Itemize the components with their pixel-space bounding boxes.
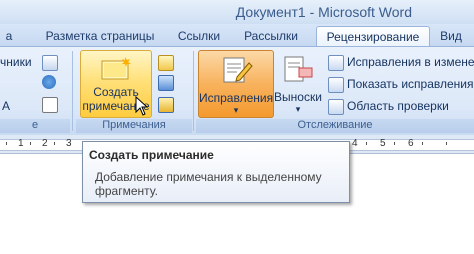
track-changes-label: Исправления xyxy=(199,91,274,105)
sources-button[interactable]: чники xyxy=(0,53,32,71)
balloons-label: Выноски xyxy=(274,90,322,104)
ruler-tick xyxy=(30,142,31,145)
ruler-number: 2 xyxy=(42,138,48,149)
ruler-tick xyxy=(366,142,367,145)
ruler-number: 4 xyxy=(352,138,358,149)
ruler-tick xyxy=(54,142,55,145)
ruler-tick xyxy=(394,142,395,145)
tooltip: Создать примечание Добавление примечания… xyxy=(82,141,350,203)
tab-review[interactable]: Рецензирование xyxy=(316,26,430,47)
show-markup-icon xyxy=(328,76,344,93)
ruler-number: 3 xyxy=(66,138,72,149)
ruler-tick xyxy=(422,142,423,145)
spelling-abc-icon[interactable] xyxy=(42,97,58,113)
chevron-down-icon: ▾ xyxy=(295,104,301,114)
tracking-group-label: Отслеживание xyxy=(196,119,474,133)
left-small-label: А xyxy=(2,99,11,113)
tab-partial[interactable]: а xyxy=(0,26,18,46)
balloons-icon xyxy=(284,56,313,82)
markup-display-label: Исправления в измене xyxy=(347,55,474,69)
reviewing-pane-label: Область проверки xyxy=(347,99,449,113)
previous-comment-icon[interactable] xyxy=(158,75,174,91)
ribbon-tabs: а Разметка страницы Ссылки Рассылки Реце… xyxy=(0,24,474,47)
sources-label: чники xyxy=(0,55,32,69)
chevron-down-icon: ▾ xyxy=(233,105,239,115)
separator xyxy=(72,51,73,131)
delete-comment-icon[interactable] xyxy=(158,55,174,71)
window-title: Документ1 - Microsoft Word xyxy=(235,4,412,20)
separator xyxy=(193,51,194,131)
ruler-number: 5 xyxy=(380,138,386,149)
show-markup-label: Показать исправления xyxy=(347,77,474,91)
ruler-number: 6 xyxy=(408,138,414,149)
globe-icon[interactable] xyxy=(42,75,56,89)
tab-page-layout[interactable]: Разметка страницы xyxy=(38,26,162,46)
mouse-cursor-icon xyxy=(135,96,149,116)
document-icon xyxy=(328,54,344,71)
tab-view[interactable]: Вид xyxy=(436,26,466,46)
comments-group-label: Примечания xyxy=(76,119,192,133)
markup-display-dropdown[interactable]: Исправления в измене xyxy=(328,53,474,71)
ruler-tick xyxy=(446,142,447,145)
tab-mailings[interactable]: Рассылки xyxy=(238,26,304,46)
tooltip-description: Добавление примечания к выделенному фраг… xyxy=(95,170,322,198)
reviewing-pane-button[interactable]: Область проверки xyxy=(328,97,449,115)
left-group-label: е xyxy=(0,119,70,133)
next-comment-icon[interactable] xyxy=(158,97,174,113)
left-small-button[interactable]: А xyxy=(2,97,10,115)
reviewing-pane-icon xyxy=(328,98,344,115)
ribbon: чники А е Создать примечание Примечания … xyxy=(0,46,474,136)
ruler-tick xyxy=(6,142,7,145)
track-changes-button[interactable]: Исправления ▾ xyxy=(198,50,274,118)
ruler-number: 1 xyxy=(18,138,24,149)
track-changes-icon xyxy=(223,57,253,83)
tooltip-title: Создать примечание xyxy=(89,148,214,162)
new-comment-icon xyxy=(101,57,131,80)
tab-references[interactable]: Ссылки xyxy=(172,26,226,46)
show-markup-button[interactable]: Показать исправления xyxy=(328,75,474,93)
dropdown-icon[interactable] xyxy=(42,55,58,71)
balloons-button[interactable]: Выноски ▾ xyxy=(274,50,322,116)
title-bar: Документ1 - Microsoft Word xyxy=(0,0,474,25)
